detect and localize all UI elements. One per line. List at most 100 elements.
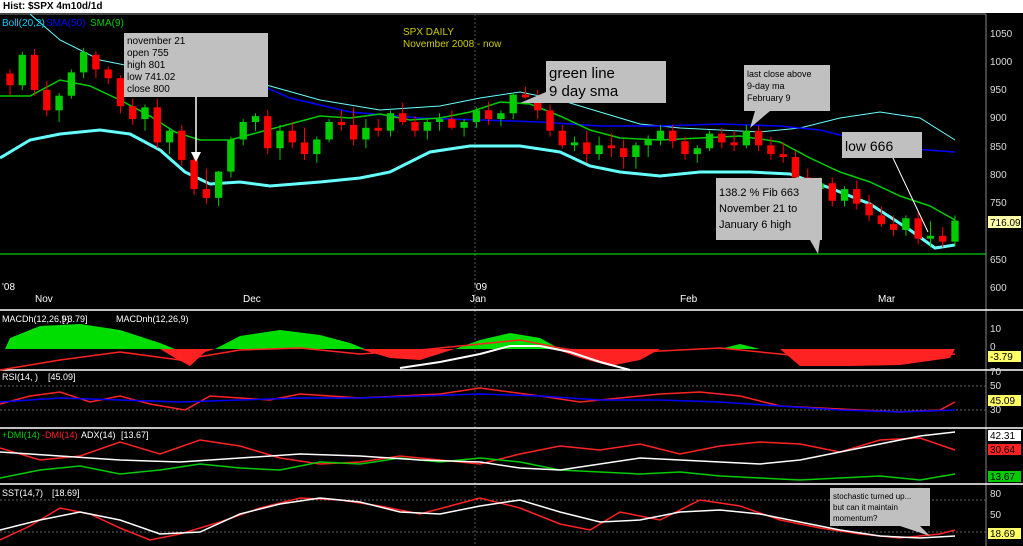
rsi-average [0, 393, 956, 413]
last-price-label: 716.09 [990, 218, 1021, 229]
price-tick: 950 [990, 85, 1007, 96]
price-tick: 800 [990, 170, 1007, 181]
candle-body [460, 121, 468, 128]
dmi-minus-label: -DMI(14) [42, 430, 78, 440]
candle-body [779, 154, 787, 157]
sst-value: [18.69] [52, 488, 80, 498]
candle-body [472, 110, 481, 122]
candle-body [153, 107, 161, 143]
macd-histogram-positive [215, 330, 365, 349]
candle-body [129, 106, 137, 120]
dmi-value: [13.67] [121, 430, 149, 440]
annot-line: 138.2 % Fib 663 [719, 187, 799, 199]
sst-last: 18.69 [990, 529, 1015, 540]
macd-tick: 10 [990, 324, 1002, 335]
candle-body [681, 141, 689, 155]
candle-body [951, 220, 959, 242]
annot-line: November 21 to [719, 203, 797, 215]
candle-body [595, 145, 603, 155]
candle-body [693, 148, 701, 155]
candle-body [902, 218, 910, 230]
annot-line: high 801 [127, 60, 166, 71]
candle-body [607, 145, 616, 149]
candle-body [448, 119, 456, 128]
candle-body [67, 72, 76, 96]
annotation-green-line: green line 9 day sma [520, 61, 666, 103]
candle-body [742, 130, 751, 146]
candle-body [939, 235, 947, 242]
annot-line: open 755 [127, 48, 169, 59]
dmi-panel: +DMI(14) -DMI(14) ADX(14) [13.67] 42.31 … [0, 430, 1021, 483]
macd-label: MACDnh(12,26,9) [116, 314, 189, 324]
candle-body [644, 139, 652, 146]
rsi-panel: RSI(14, ) [45.09] 70 50 30 45.09 [0, 367, 1021, 416]
price-tick: 750 [990, 198, 1007, 209]
candle-body [251, 116, 260, 122]
candle-body [865, 203, 873, 216]
candle-body [264, 116, 272, 149]
annot-line: February 9 [747, 93, 791, 103]
price-tick: 1050 [990, 29, 1013, 40]
macd-label: MACDh(12,26,9) [2, 314, 70, 324]
date-label: '09 [474, 282, 487, 293]
dmi-minus-last: 30.64 [990, 445, 1015, 456]
annot-line: low 741.02 [127, 72, 176, 83]
candle-body [43, 89, 51, 111]
candle-body [669, 130, 677, 142]
annot-line: green line [549, 65, 615, 82]
annotation-last-close: last close above 9-day ma February 9 [744, 65, 830, 128]
price-tick: 900 [990, 113, 1007, 124]
sst-k-line [0, 497, 956, 541]
candle-body [853, 189, 861, 204]
candle-body [349, 124, 358, 140]
macd-histogram-negative [160, 349, 215, 366]
candle-body [828, 183, 836, 201]
candle-body [705, 133, 714, 149]
candle-body [300, 142, 309, 155]
candle-body [877, 215, 886, 225]
legend-boll: Boll(20,2) [2, 18, 45, 29]
candle-body [546, 110, 554, 131]
candle-body [214, 171, 223, 198]
date-label: Feb [680, 294, 698, 305]
candle-body [570, 142, 579, 146]
sst-panel: SST(14,7) [18.69] 80 50 18.69 stochastic… [0, 488, 1021, 541]
candle-body [521, 94, 530, 98]
candle-body [619, 148, 628, 157]
chart-canvas[interactable]: 1050 1000 950 900 850 800 750 716.09 650… [0, 13, 1023, 546]
candle-body [18, 54, 26, 86]
date-label: Mar [878, 294, 896, 305]
annot-line: low 666 [845, 138, 893, 154]
sst-tick: 50 [990, 510, 1002, 521]
rsi-tick: 50 [990, 381, 1002, 392]
annotation-stochastic: stochastic turned up... but can it maint… [830, 488, 930, 536]
candle-body [926, 235, 935, 239]
candle-body [116, 78, 125, 107]
rsi-last: 45.09 [990, 396, 1015, 407]
candle-body [435, 119, 444, 122]
candle-body [79, 51, 88, 73]
candle-body [889, 224, 898, 230]
candle-body [656, 130, 665, 140]
candle-body [730, 142, 738, 146]
candle-body [632, 145, 640, 157]
date-label: Nov [35, 294, 53, 305]
candle-body [791, 157, 800, 178]
macd-value: [-3.79] [62, 314, 88, 324]
annot-line: January 6 high [719, 219, 791, 231]
candle-body [337, 121, 346, 125]
candle-body [6, 73, 14, 86]
macd-histogram-positive [5, 324, 175, 349]
candle-body [276, 130, 284, 149]
candle-body [423, 121, 431, 131]
sst-tick: 80 [990, 489, 1002, 500]
price-tick: 600 [990, 283, 1007, 294]
macd-histogram-negative [780, 349, 955, 366]
candle-body [165, 130, 174, 143]
annot-line: stochastic turned up... [833, 492, 911, 501]
legend-sma50: SMA(50) [46, 18, 85, 29]
price-axis: 1050 1000 950 900 850 800 750 716.09 650… [988, 29, 1021, 294]
price-tick: 1000 [990, 57, 1013, 68]
candle-body [313, 139, 321, 155]
macd-last: -3.79 [990, 352, 1013, 363]
